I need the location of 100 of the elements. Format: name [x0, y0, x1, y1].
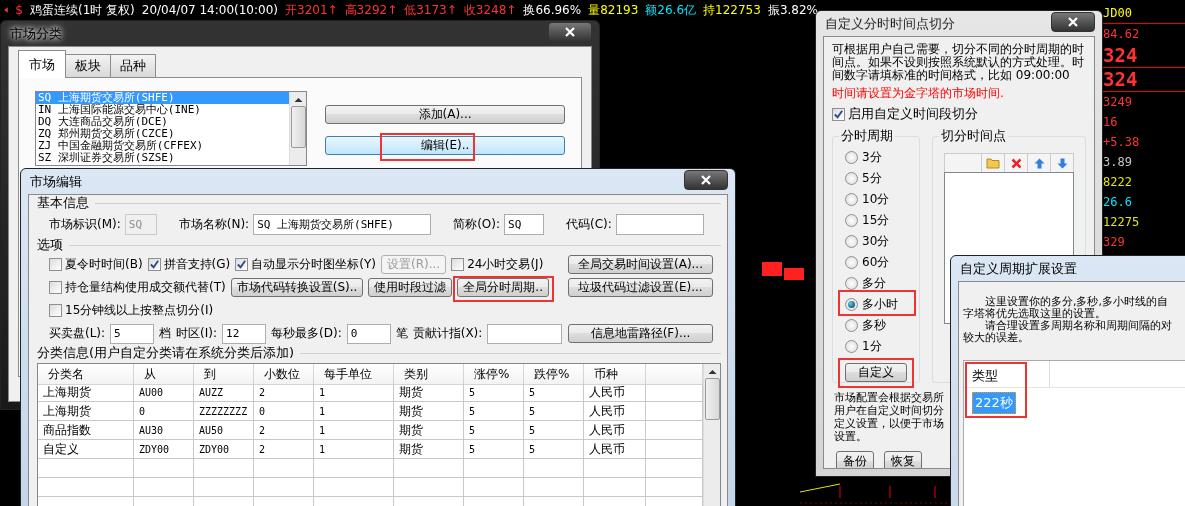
dialog-button[interactable]: 备份 [836, 451, 874, 468]
column-header[interactable]: 类型 [964, 361, 1050, 387]
radio-button[interactable] [845, 256, 858, 269]
table-cell: AUZZ [194, 383, 254, 402]
checkbox-label: 启用自定义时间段切分 [848, 105, 978, 123]
option-button[interactable]: 全局交易时间设置(A)... [568, 255, 713, 274]
option-button[interactable]: 全局分时周期.. [457, 278, 549, 297]
close-button[interactable] [548, 22, 592, 42]
table-cell: 5 [464, 440, 524, 459]
radio-label: 5分 [862, 170, 882, 187]
checkbox[interactable] [832, 107, 845, 121]
scrollbar[interactable] [289, 92, 307, 165]
column-header[interactable]: 跌停% [524, 364, 584, 385]
radio-button[interactable] [845, 298, 858, 311]
checkbox-label: 24小时交易(J) [467, 256, 544, 273]
table-cell: 5 [524, 421, 584, 440]
quote-value: 84.62 [1103, 26, 1141, 43]
radio-button[interactable] [845, 172, 858, 185]
column-header[interactable]: 分类名 [38, 364, 134, 385]
description-text: 这里设置你的多分,多秒,多小时线的自 字塔将优先选取这里的设置。 [963, 296, 1169, 320]
custom-button[interactable]: 自定义 [845, 363, 907, 382]
up-arrow-icon [1033, 157, 1045, 169]
option-button[interactable]: 市场代码转换设置(S).. [230, 278, 364, 297]
checkbox[interactable] [451, 258, 465, 271]
quote-field: 量82193 [588, 1, 639, 19]
scroll-up-icon[interactable] [707, 368, 717, 376]
table-cell [134, 478, 194, 497]
candlestick-drawing [762, 262, 804, 282]
quote-field: 收3248↑ [463, 1, 517, 19]
radio-button[interactable] [845, 340, 858, 353]
radio-label: 30分 [862, 233, 890, 250]
table-cell [394, 478, 464, 497]
field-label: 市场名称(N): [178, 215, 250, 233]
column-header[interactable]: 类别 [394, 364, 464, 385]
table-cell: AU30 [134, 421, 194, 440]
table-cell [394, 459, 464, 478]
tab[interactable]: 品种 [110, 54, 156, 77]
table-cell: AU50 [194, 421, 254, 440]
dialog-button[interactable]: 恢复 [884, 451, 922, 468]
dialog-button[interactable]: 添加(A)... [325, 105, 565, 124]
radio-button[interactable] [845, 214, 858, 227]
quote-field: 鸡蛋连续(1时 复权) [29, 1, 135, 19]
checkbox-label: 拼音支持(G) [163, 256, 231, 273]
checkbox[interactable] [235, 258, 249, 271]
input-field[interactable]: SQ 上海期货交易所(SHFE) [253, 213, 432, 235]
list-item[interactable]: ZQ 郑州期货交易所(CZCE) [36, 128, 290, 140]
checkbox-label: 持仓量结构使用成交额代替(T) [65, 279, 226, 296]
checkbox[interactable] [49, 258, 62, 271]
option-button[interactable]: 使用时段过滤 [368, 278, 453, 297]
radio-button[interactable] [845, 151, 858, 164]
radio-button[interactable] [845, 319, 858, 332]
input-field[interactable] [487, 323, 562, 344]
column-header[interactable]: 涨停% [464, 364, 524, 385]
quote-value: 16 [1103, 114, 1119, 131]
quote-value: 8222 [1103, 174, 1133, 191]
close-button[interactable] [684, 170, 728, 190]
group-title: 分时周期 [840, 127, 894, 145]
delete-icon [1010, 157, 1022, 169]
tab[interactable]: 市场 [18, 50, 66, 78]
quote-field: 开3201↑ [285, 1, 338, 19]
column-header[interactable]: 每手单位 [314, 364, 394, 385]
close-icon [565, 27, 575, 37]
checkbox[interactable] [147, 258, 161, 271]
column-header[interactable]: 到 [194, 364, 254, 385]
list-item[interactable]: IN 上海国际能源交易中心(INE) [36, 104, 290, 116]
input-field[interactable]: SQ [504, 213, 544, 235]
scrollbar[interactable] [703, 364, 720, 506]
option-button[interactable]: 垃圾代码过滤设置(E)... [568, 278, 713, 297]
dialog-button[interactable]: 编辑(E).. [325, 136, 565, 155]
input-field[interactable]: 5 [110, 323, 155, 344]
window-title: 自定义分时时间点切分 [824, 14, 955, 33]
list-item[interactable]: ZJ 中国金融期货交易所(CFFEX) [36, 140, 290, 152]
quote-field: 低3173↑ [404, 1, 457, 19]
table-cell [524, 478, 584, 497]
radio-button[interactable] [845, 235, 858, 248]
close-button[interactable] [1051, 12, 1095, 32]
quote-value: 3249 [1103, 94, 1133, 111]
input-field[interactable]: 0 [346, 323, 391, 344]
radio-button[interactable] [845, 277, 858, 290]
quote-value: 329 [1103, 234, 1126, 251]
radio-button[interactable] [845, 193, 858, 206]
list-item[interactable]: DQ 大连商品交易所(DCE) [36, 116, 290, 128]
list-item[interactable]: SZ 深圳证券交易所(SZSE) [36, 152, 290, 164]
down-arrow-icon [1056, 157, 1068, 169]
tab[interactable]: 板块 [65, 54, 111, 77]
input-field[interactable]: 12 [222, 323, 267, 344]
quote-value: 26.6 [1103, 194, 1133, 211]
column-header[interactable]: 从 [134, 364, 194, 385]
scroll-up-icon[interactable] [293, 96, 303, 104]
table-cell [584, 478, 646, 497]
table-cell: 人民币 [584, 383, 646, 402]
exchange-list[interactable]: SQ 上海期货交易所(SHFE) IN 上海国际能源交易中心(INE) DQ 大连商品交易所(DCE) ZQ 郑州期货交易所(CZCE) ZJ 中国金融期货交易所(CFFEX) SZ 深圳证券交易所(SZSE) [35, 91, 308, 166]
column-header[interactable]: 小数位 [254, 364, 314, 385]
period-list[interactable]: 类型 222秒 [963, 360, 1185, 506]
checkbox[interactable] [49, 304, 62, 317]
input-field[interactable] [615, 213, 704, 235]
checkbox[interactable] [49, 281, 62, 294]
option-button[interactable]: 信息地雷路径(F)... [568, 324, 713, 343]
column-header[interactable]: 币种 [584, 364, 646, 385]
table-cell: 1 [314, 440, 394, 459]
